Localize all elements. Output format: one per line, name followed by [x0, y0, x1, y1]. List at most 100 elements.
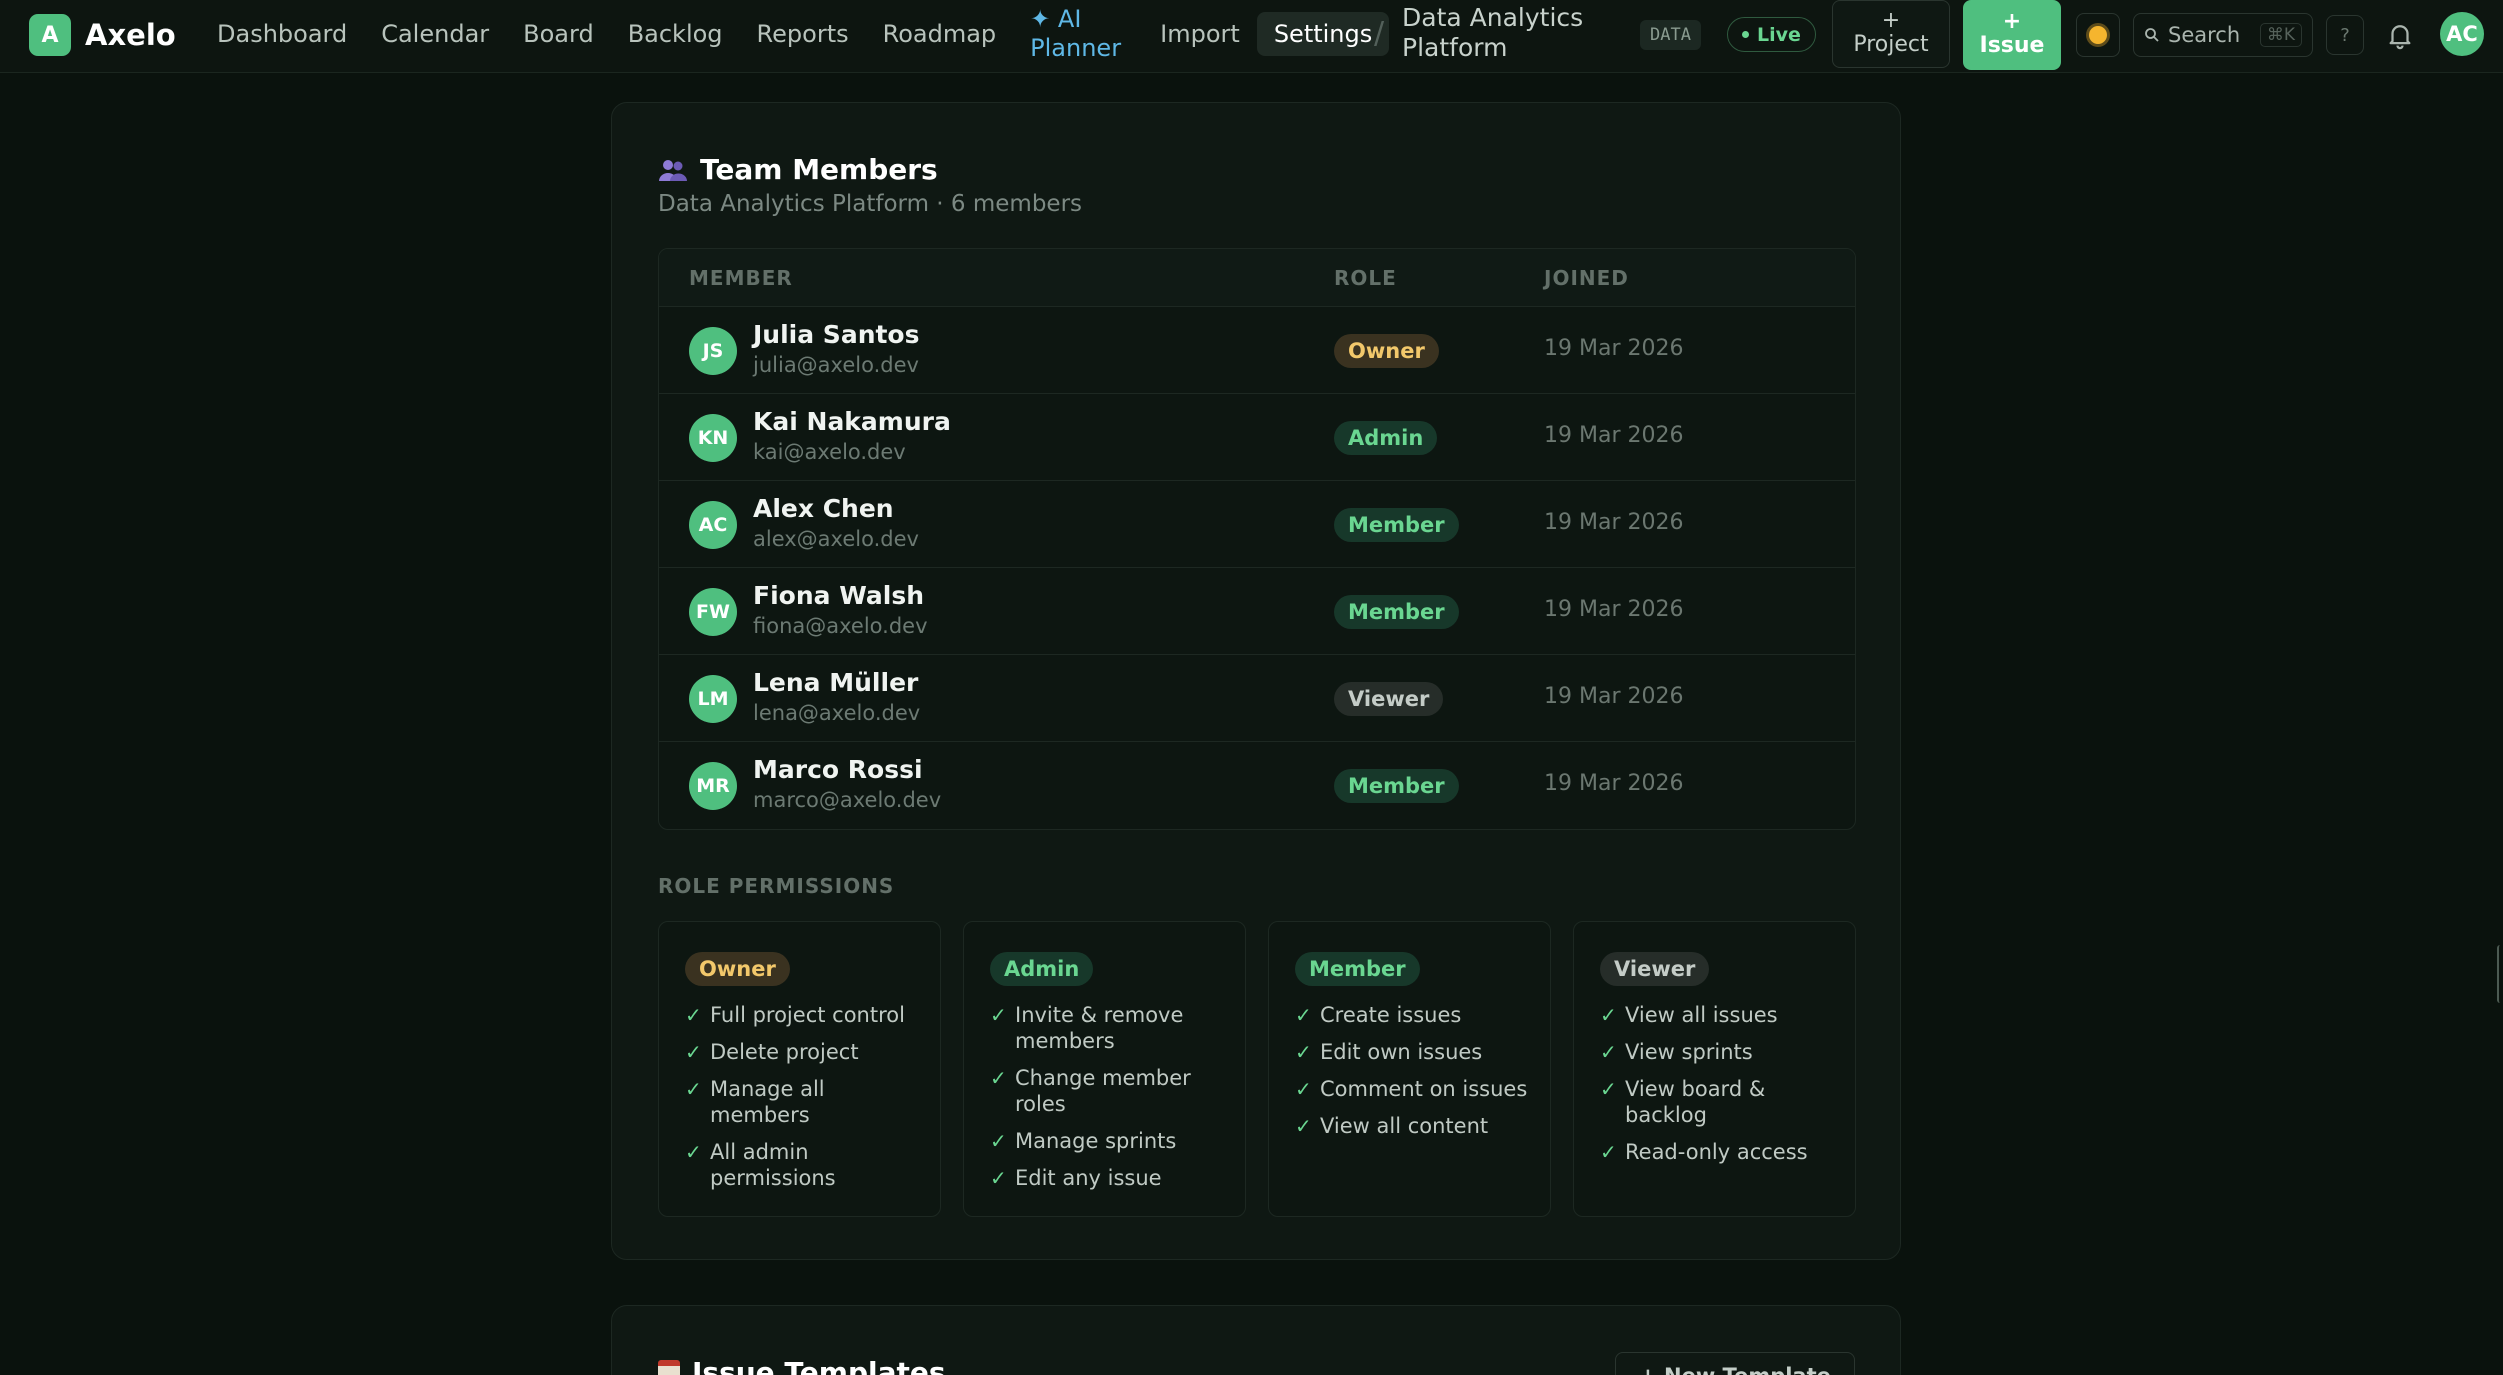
joined-date: 19 Mar 2026 — [1544, 684, 1684, 709]
check-icon: ✓ — [1295, 1040, 1312, 1064]
role-badge: Owner — [685, 952, 790, 986]
joined-date: 19 Mar 2026 — [1544, 771, 1684, 796]
panel-subtitle: Data Analytics Platform · 6 members — [658, 191, 1083, 217]
column-joined: JOINED — [1544, 266, 1629, 290]
list-item: ✓ Full project control — [685, 1003, 905, 1027]
table-row: MR Marco Rossi marco@axelo.dev Member 19… — [659, 742, 1855, 829]
role-badge[interactable]: Member — [1334, 508, 1459, 542]
nav-backlog[interactable]: Backlog — [611, 12, 740, 56]
list-item: ✓ Manage all members — [685, 1077, 825, 1127]
column-member: MEMBER — [689, 266, 793, 290]
role-badge[interactable]: Owner — [1334, 334, 1439, 368]
role-badge[interactable]: Viewer — [1334, 682, 1444, 716]
bell-icon[interactable] — [2385, 19, 2415, 51]
list-item: ✓ View all content — [1295, 1114, 1489, 1138]
table-header: MEMBER ROLE JOINED — [659, 249, 1855, 307]
issue-plus: + — [2002, 9, 2022, 34]
theme-toggle-button[interactable] — [2076, 13, 2120, 57]
nav-reports[interactable]: Reports — [740, 12, 866, 56]
member-name: Marco Rossi — [753, 755, 923, 784]
permission-list: ✓ Create issues ✓ Edit own issues ✓ Comment… — [1295, 1002, 1535, 1150]
templates-header: Issue Templates — [658, 1356, 946, 1375]
sun-icon — [2089, 26, 2107, 44]
check-icon: ✓ — [685, 1003, 702, 1027]
permission-card-member: Member ✓ Create issues ✓ Edit own issues ✓… — [1268, 921, 1551, 1217]
panel-header: Team Members — [658, 153, 938, 186]
list-item: ✓ All admin permissions — [685, 1140, 836, 1190]
permission-card-owner: Owner ✓ Full project control ✓ Delete proj… — [658, 921, 941, 1217]
permission-card-admin: Admin ✓ Invite & remove members ✓ Change m… — [963, 921, 1246, 1217]
scrollbar-edge[interactable] — [2497, 945, 2503, 1003]
new-issue-button[interactable]: + Issue — [1963, 0, 2061, 70]
list-item: ✓ Manage sprints — [990, 1129, 1177, 1153]
check-icon: ✓ — [1600, 1077, 1617, 1101]
table-row: FW Fiona Walsh fiona@axelo.dev Member 19… — [659, 568, 1855, 655]
nav-settings[interactable]: Settings — [1256, 12, 1390, 56]
nav-board[interactable]: Board — [506, 12, 611, 56]
check-icon: ✓ — [990, 1166, 1007, 1190]
check-icon: ✓ — [1600, 1040, 1617, 1064]
role-badge[interactable]: Member — [1334, 595, 1459, 629]
members-table: MEMBER ROLE JOINED JS Julia Santos julia… — [658, 248, 1856, 830]
check-icon: ✓ — [685, 1040, 702, 1064]
check-icon: ✓ — [990, 1066, 1007, 1090]
live-label: Live — [1757, 23, 1801, 46]
issue-templates-panel: Issue Templates + New Template — [611, 1305, 1901, 1375]
issue-label: Issue — [1979, 33, 2045, 58]
member-avatar: KN — [689, 414, 737, 462]
nav-import[interactable]: Import — [1143, 12, 1257, 56]
nav-dashboard[interactable]: Dashboard — [200, 12, 364, 56]
role-badge: Admin — [990, 952, 1094, 986]
member-name: Alex Chen — [753, 494, 894, 523]
member-avatar: LM — [689, 675, 737, 723]
joined-date: 19 Mar 2026 — [1544, 423, 1684, 448]
member-email: fiona@axelo.dev — [753, 614, 928, 638]
new-project-button[interactable]: + Project — [1832, 0, 1950, 68]
check-icon: ✓ — [1600, 1003, 1617, 1027]
role-permissions-heading: ROLE PERMISSIONS — [658, 874, 895, 898]
nav-calendar[interactable]: Calendar — [364, 12, 506, 56]
column-role: ROLE — [1334, 266, 1397, 290]
check-icon: ✓ — [1295, 1077, 1312, 1101]
panel-title: Team Members — [700, 153, 938, 186]
team-icon — [659, 159, 687, 181]
list-item: ✓ Read-only access — [1600, 1140, 1808, 1164]
list-item: ✓ Change member roles — [990, 1066, 1191, 1116]
breadcrumb-project-name[interactable]: Data Analytics Platform — [1402, 3, 1602, 63]
project-label: Project — [1853, 32, 1929, 57]
main-nav: Dashboard Calendar Board Backlog Reports… — [200, 0, 1390, 68]
search-button[interactable]: Search ⌘K — [2133, 13, 2313, 57]
list-item: ✓ View sprints — [1600, 1040, 1753, 1064]
search-shortcut: ⌘K — [2259, 23, 2302, 47]
table-row: JS Julia Santos julia@axelo.dev Owner 19… — [659, 307, 1855, 394]
check-icon: ✓ — [1600, 1140, 1617, 1164]
list-item: ✓ Invite & remove members — [990, 1003, 1184, 1053]
search-label: Search — [2168, 23, 2241, 47]
logo-mark: A — [29, 14, 71, 56]
permission-list: ✓ Full project control ✓ Delete project ✓ M… — [685, 1002, 925, 1202]
team-members-panel: Team Members Data Analytics Platform · 6… — [611, 102, 1901, 1260]
search-icon — [2145, 28, 2159, 42]
live-status-badge: Live — [1727, 17, 1816, 52]
permission-list: ✓ View all issues ✓ View sprints ✓ View boa… — [1600, 1002, 1840, 1176]
project-key-badge: DATA — [1640, 20, 1701, 50]
help-button[interactable]: ? — [2326, 15, 2364, 55]
permission-list: ✓ Invite & remove members ✓ Change member … — [990, 1002, 1230, 1202]
user-avatar[interactable]: AC — [2440, 12, 2484, 56]
member-name: Lena Müller — [753, 668, 919, 697]
member-avatar: AC — [689, 501, 737, 549]
member-email: lena@axelo.dev — [753, 701, 921, 725]
member-email: marco@axelo.dev — [753, 788, 942, 812]
list-item: ✓ View board & backlog — [1600, 1077, 1766, 1127]
check-icon: ✓ — [1295, 1003, 1312, 1027]
app-logo[interactable]: A Axelo — [29, 14, 176, 56]
permission-card-viewer: Viewer ✓ View all issues ✓ View sprints ✓ V… — [1573, 921, 1856, 1217]
nav-ai-planner[interactable]: ✦ AI Planner — [1013, 5, 1143, 63]
role-badge[interactable]: Member — [1334, 769, 1459, 803]
nav-roadmap[interactable]: Roadmap — [866, 12, 1014, 56]
live-dot-icon — [1742, 31, 1749, 38]
table-row: LM Lena Müller lena@axelo.dev Viewer 19 … — [659, 655, 1855, 742]
project-plus: + — [1881, 8, 1901, 33]
role-badge[interactable]: Admin — [1334, 421, 1438, 455]
new-template-button[interactable]: + New Template — [1615, 1352, 1855, 1375]
